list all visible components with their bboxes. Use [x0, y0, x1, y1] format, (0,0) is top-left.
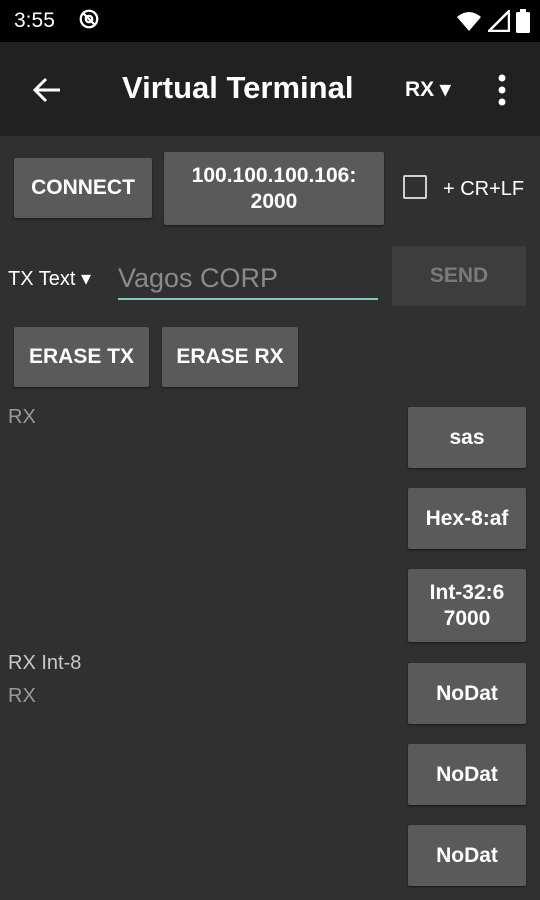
- side-button-label: Int-32:6: [429, 580, 505, 604]
- address-line-1: 100.100.100.106:: [191, 163, 357, 187]
- at-sign-icon: [79, 9, 99, 29]
- tx-text-input[interactable]: [118, 258, 378, 300]
- side-button-label: Hex-8:af: [425, 506, 509, 530]
- crlf-checkbox[interactable]: [403, 175, 427, 199]
- send-button[interactable]: SEND: [392, 246, 526, 306]
- erase-tx-button[interactable]: ERASE TX: [14, 327, 149, 387]
- status-icons: [456, 9, 530, 33]
- rx-output-label: RX: [8, 406, 36, 428]
- side-button-nodat-1[interactable]: NoDat: [408, 663, 526, 724]
- side-button-label: NoDat: [436, 843, 498, 867]
- side-button-hex8[interactable]: Hex-8:af: [408, 488, 526, 549]
- crlf-label: + CR+LF: [443, 178, 525, 200]
- tx-mode-dropdown[interactable]: TX Text ▾: [8, 266, 91, 291]
- side-button-int32[interactable]: Int-32:6 7000: [408, 569, 526, 642]
- connect-button[interactable]: CONNECT: [14, 158, 152, 218]
- overflow-menu-icon[interactable]: [488, 70, 516, 110]
- side-button-label-2: 7000: [443, 606, 491, 630]
- side-button-label: sas: [449, 425, 485, 449]
- side-button-sas[interactable]: sas: [408, 407, 526, 468]
- side-button-nodat-3[interactable]: NoDat: [408, 825, 526, 886]
- erase-rx-button[interactable]: ERASE RX: [162, 327, 298, 387]
- side-button-label: NoDat: [436, 762, 498, 786]
- wifi-icon: [457, 12, 481, 31]
- rx-mode-dropdown[interactable]: RX ▾: [405, 77, 451, 102]
- side-button-nodat-2[interactable]: NoDat: [408, 744, 526, 805]
- rx-int8-label: RX Int-8: [8, 652, 82, 674]
- side-button-label: NoDat: [436, 681, 498, 705]
- signal-icon: [488, 10, 510, 32]
- battery-icon: [516, 9, 530, 33]
- app-bar: Virtual Terminal RX ▾: [0, 42, 540, 136]
- address-line-2: 2000: [250, 189, 298, 213]
- status-bar: 3:55: [0, 0, 540, 42]
- address-button[interactable]: 100.100.100.106: 2000: [164, 152, 384, 225]
- back-arrow-icon[interactable]: [26, 68, 70, 112]
- status-time: 3:55: [14, 9, 55, 32]
- page-title: Virtual Terminal: [122, 70, 354, 105]
- rx-secondary-label: RX: [8, 685, 36, 707]
